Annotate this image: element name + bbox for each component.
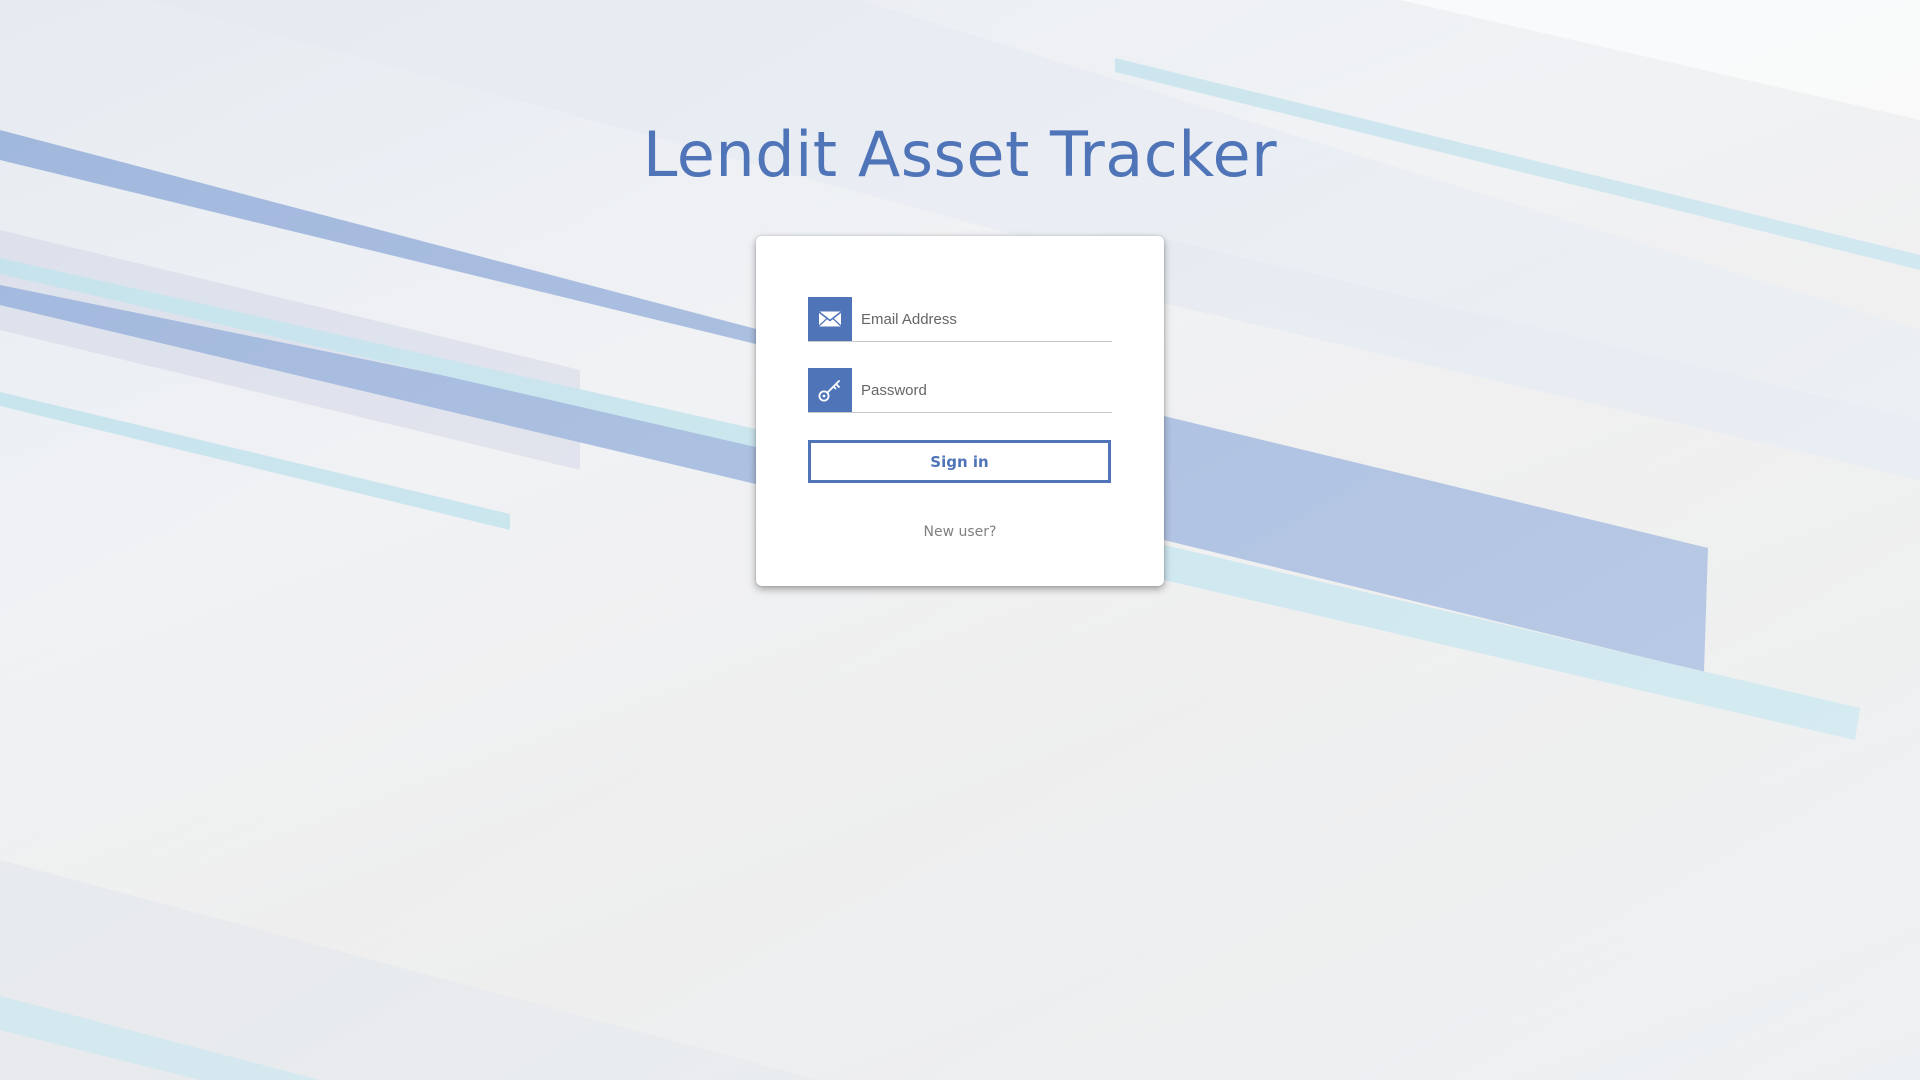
email-field [808, 297, 1112, 342]
email-input[interactable] [852, 297, 1110, 341]
envelope-icon [808, 297, 852, 341]
new-user-link[interactable]: New user? [756, 524, 1164, 540]
login-card: Sign in New user? [756, 236, 1164, 586]
password-field [808, 368, 1112, 413]
key-icon [808, 368, 852, 412]
app-title: Lendit Asset Tracker [642, 118, 1278, 191]
password-input[interactable] [852, 368, 1110, 412]
sign-in-button[interactable]: Sign in [808, 440, 1111, 483]
